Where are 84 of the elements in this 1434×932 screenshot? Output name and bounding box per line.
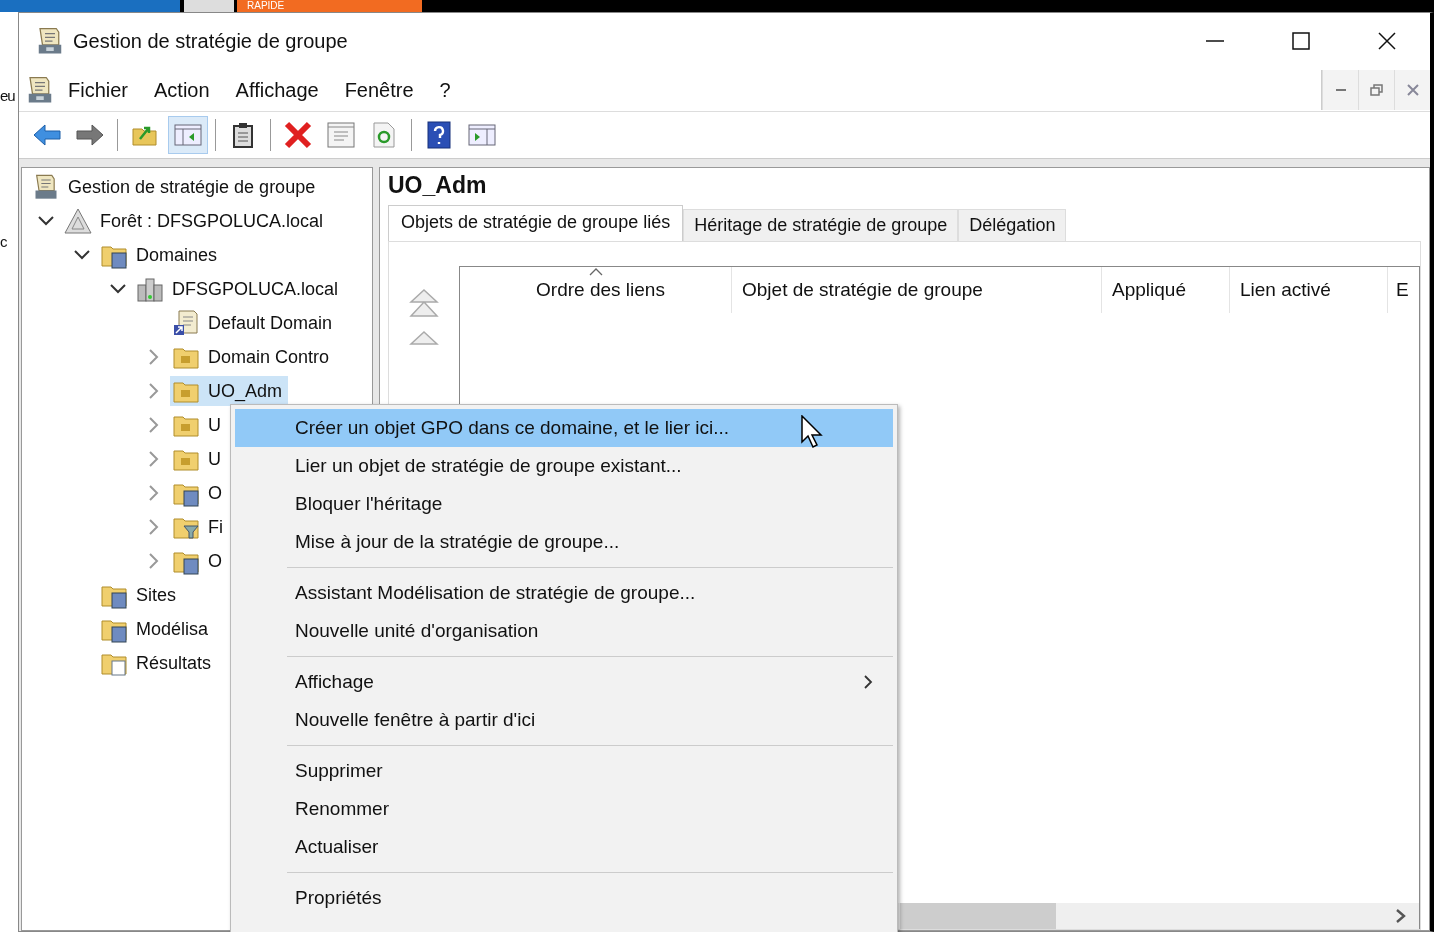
chevron-right-icon[interactable] — [149, 349, 159, 365]
menu-item[interactable]: Créer un objet GPO dans ce domaine, et le lier ici... — [235, 409, 893, 447]
tree-item[interactable]: Gestion de stratégie de groupe — [30, 172, 322, 202]
pane-title: UO_Adm — [388, 172, 488, 199]
chevron-right-icon[interactable] — [149, 383, 159, 399]
menu-item[interactable]: Nouvelle unité d'organisation — [235, 612, 893, 650]
chevron-right-icon[interactable] — [1395, 909, 1407, 923]
tab[interactable]: Héritage de stratégie de groupe — [683, 209, 959, 241]
move-up-button[interactable] — [409, 330, 439, 346]
tree-item[interactable]: Domaines — [98, 240, 224, 270]
properties-icon — [327, 122, 355, 148]
column-header[interactable]: E — [1388, 267, 1419, 313]
tree-item[interactable]: O — [170, 478, 228, 508]
menu-item[interactable]: Affichage — [235, 663, 893, 701]
menu-item[interactable]: ? — [426, 74, 464, 106]
tree-item[interactable]: Forêt : DFSGPOLUCA.local — [62, 206, 330, 236]
menu-item[interactable]: Bloquer l'héritage — [235, 485, 893, 523]
chevron-right-icon[interactable] — [149, 553, 159, 569]
tree-item[interactable]: Fi — [170, 512, 229, 542]
chevron-right-icon — [863, 674, 873, 690]
column-header[interactable]: Ordre des liens — [460, 267, 732, 313]
scrollbar-thumb[interactable] — [900, 903, 1056, 929]
restore-icon — [1369, 83, 1384, 97]
window-title: Gestion de stratégie de groupe — [73, 29, 348, 53]
close-icon — [1406, 84, 1419, 96]
refresh-icon — [372, 122, 396, 148]
background-text: eu — [0, 86, 16, 106]
tree-item[interactable]: UO_Adm — [170, 376, 289, 406]
menu-item[interactable]: Fichier — [55, 74, 141, 106]
maximize-icon — [1292, 32, 1310, 50]
minimize-icon — [1206, 40, 1224, 42]
menu-item[interactable]: Actualiser — [235, 828, 893, 866]
chevron-right-icon[interactable] — [149, 451, 159, 467]
column-header[interactable]: Objet de stratégie de groupe — [732, 267, 1102, 313]
column-header[interactable]: Appliqué — [1102, 267, 1230, 313]
sort-caret-icon — [588, 268, 603, 276]
tree-item[interactable]: U — [170, 444, 227, 474]
chevron-down-icon[interactable] — [110, 284, 126, 294]
menu-item[interactable]: Affichage — [222, 74, 332, 106]
tree-item[interactable]: DFSGPOLUCA.local — [134, 274, 345, 304]
tree-item[interactable]: U — [170, 410, 227, 440]
cursor-icon — [801, 415, 823, 449]
delete-icon — [284, 121, 312, 149]
chevron-down-icon[interactable] — [38, 216, 54, 226]
restore-button[interactable] — [1358, 70, 1394, 110]
menu-item[interactable]: Nouvelle fenêtre à partir d'ici — [235, 701, 893, 739]
document-icon — [172, 309, 200, 337]
menu-item[interactable]: Fenêtre — [331, 74, 427, 106]
chevron-right-icon[interactable] — [149, 519, 159, 535]
help-icon — [427, 121, 451, 149]
menu-item[interactable]: Lier un objet de stratégie de groupe existant... — [235, 447, 893, 485]
forward-arrow-icon — [75, 123, 105, 147]
tree-item[interactable]: Sites — [98, 580, 183, 610]
menu-item[interactable]: Action — [141, 74, 223, 106]
chevron-right-icon[interactable] — [149, 417, 159, 433]
server-icon — [136, 275, 164, 303]
triangle-icon — [64, 207, 92, 235]
background-text: c — [0, 232, 8, 252]
menu-item[interactable]: Renommer — [235, 790, 893, 828]
close-button[interactable] — [1394, 70, 1430, 110]
menu-item[interactable]: Propriétés — [235, 879, 893, 917]
tree-item[interactable]: Domain Contro — [170, 342, 336, 372]
pane-icon — [174, 123, 202, 147]
move-top-button[interactable] — [409, 288, 439, 318]
column-header[interactable]: Lien activé — [1230, 267, 1388, 313]
minimize-icon — [1335, 89, 1346, 91]
chevron-down-icon[interactable] — [74, 250, 90, 260]
pane-icon — [468, 123, 496, 147]
tree-pane-button[interactable] — [168, 116, 208, 154]
tree-item[interactable]: O — [170, 546, 228, 576]
tree-item[interactable]: Default Domain — [170, 308, 339, 338]
back-arrow-icon — [32, 123, 62, 147]
clipboard-icon — [232, 122, 254, 148]
menu-item[interactable]: Supprimer — [235, 752, 893, 790]
menu-item[interactable]: Assistant Modélisation de stratégie de groupe... — [235, 574, 893, 612]
double-triangle-icon — [409, 288, 439, 318]
menu-item[interactable]: Mise à jour de la stratégie de groupe... — [235, 523, 893, 561]
triangle-icon — [409, 330, 439, 346]
close-icon — [1378, 32, 1396, 50]
tab[interactable]: Objets de stratégie de groupe liés — [388, 205, 684, 241]
tree-item[interactable]: Résultats — [98, 648, 218, 678]
tab[interactable]: Délégation — [958, 209, 1067, 241]
chevron-right-icon[interactable] — [149, 485, 159, 501]
tree-item[interactable]: Modélisa — [98, 614, 215, 644]
